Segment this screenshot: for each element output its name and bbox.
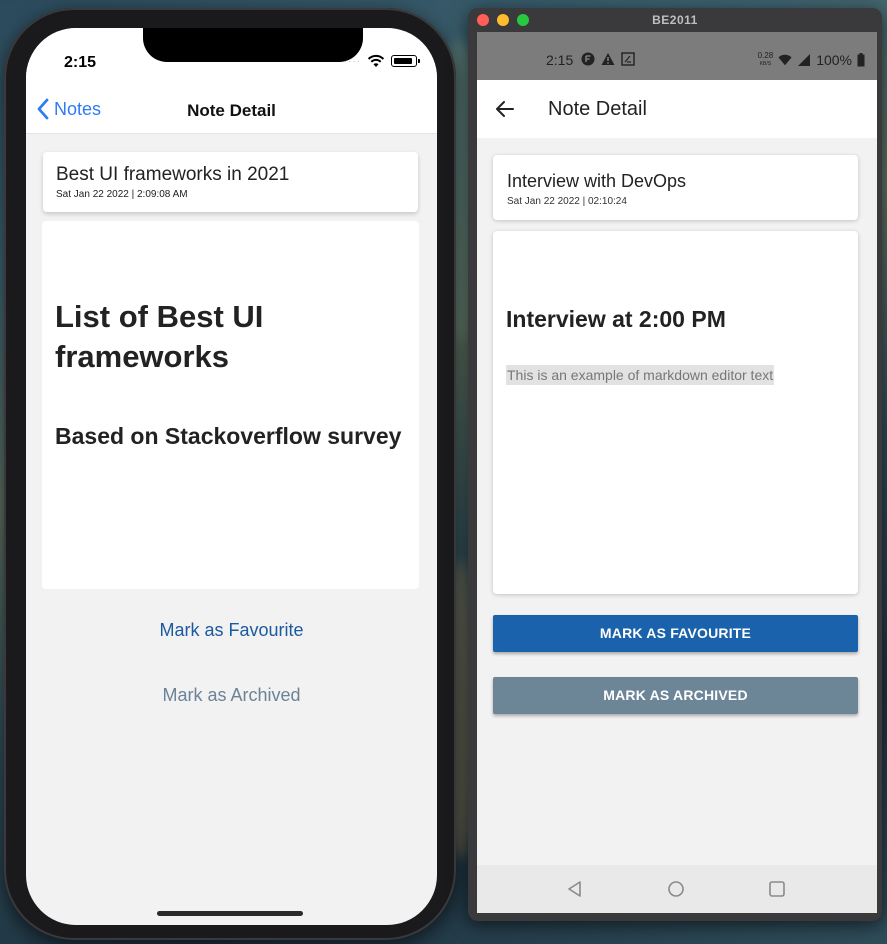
mark-as-favourite-button[interactable]: MARK AS FAVOURITE: [493, 615, 858, 652]
android-status-bar: 2:15 0.28 KB/S 100%: [477, 32, 877, 80]
device-notch: [143, 28, 363, 62]
note-date: Sat Jan 22 2022 | 2:09:08 AM: [56, 189, 188, 200]
android-emulator-window: BE2011 2:15 0.28 KB/S 100% Note Detail I…: [468, 8, 882, 921]
window-title: BE2011: [652, 13, 698, 27]
arrow-back-icon[interactable]: [493, 97, 517, 121]
window-titlebar: BE2011: [468, 8, 882, 32]
note-heading-2: Based on Stackoverflow survey: [55, 423, 402, 449]
wifi-icon: [778, 54, 792, 66]
note-title: Best UI frameworks in 2021: [56, 164, 290, 185]
system-status-icons: 0.28 KB/S 100%: [758, 52, 865, 68]
note-content-card: Interview at 2:00 PM This is an example …: [493, 231, 858, 594]
network-speed-value: 0.28: [757, 51, 774, 60]
nav-home-icon[interactable]: [666, 879, 686, 899]
battery-icon: [857, 53, 865, 67]
wifi-icon: [367, 54, 385, 67]
ios-screen: 2:15 ···· Notes Note Detail Best UI fram…: [26, 28, 437, 925]
android-toolbar: Note Detail: [477, 80, 877, 138]
note-heading-1: List of Best UI frameworks: [55, 299, 264, 374]
note-date: Sat Jan 22 2022 | 02:10:24: [507, 196, 627, 207]
network-speed: 0.28 KB/S: [758, 52, 774, 68]
page-title: Note Detail: [548, 98, 647, 120]
mark-as-archived-button[interactable]: MARK AS ARCHIVED: [493, 677, 858, 714]
storage-icon: [621, 52, 635, 66]
warning-icon: [601, 53, 615, 65]
nav-back-icon[interactable]: [565, 879, 585, 899]
mark-as-favourite-button[interactable]: Mark as Favourite: [26, 620, 437, 641]
notification-icons: [581, 52, 635, 66]
home-indicator[interactable]: [157, 911, 303, 916]
ios-navigation-bar: Notes Note Detail: [26, 72, 437, 134]
page-title: Note Detail: [187, 101, 276, 120]
note-header-card: Interview with DevOps Sat Jan 22 2022 | …: [493, 155, 858, 220]
app-notification-icon: [581, 52, 595, 66]
cellular-signal-icon: [798, 54, 811, 66]
nav-overview-icon[interactable]: [767, 879, 787, 899]
network-speed-unit: KB/S: [759, 61, 772, 67]
note-title: Interview with DevOps: [507, 171, 687, 191]
mark-as-archived-button[interactable]: Mark as Archived: [26, 685, 437, 706]
iphone-simulator: 2:15 ···· Notes Note Detail Best UI fram…: [4, 8, 456, 940]
note-heading-1: Interview at 2:00 PM: [506, 306, 726, 332]
android-status-time: 2:15: [546, 52, 574, 68]
markdown-text: This is an example of markdown editor te…: [506, 365, 775, 385]
android-navigation-bar: [477, 865, 877, 913]
ios-status-time: 2:15: [64, 54, 97, 71]
android-screen: 2:15 0.28 KB/S 100% Note Detail Intervie…: [477, 32, 877, 913]
note-content-card: List of Best UI frameworks Based on Stac…: [42, 221, 419, 589]
battery-percentage: 100%: [816, 52, 852, 68]
note-header-card: Best UI frameworks in 2021 Sat Jan 22 20…: [43, 152, 418, 212]
battery-icon: [391, 55, 420, 67]
